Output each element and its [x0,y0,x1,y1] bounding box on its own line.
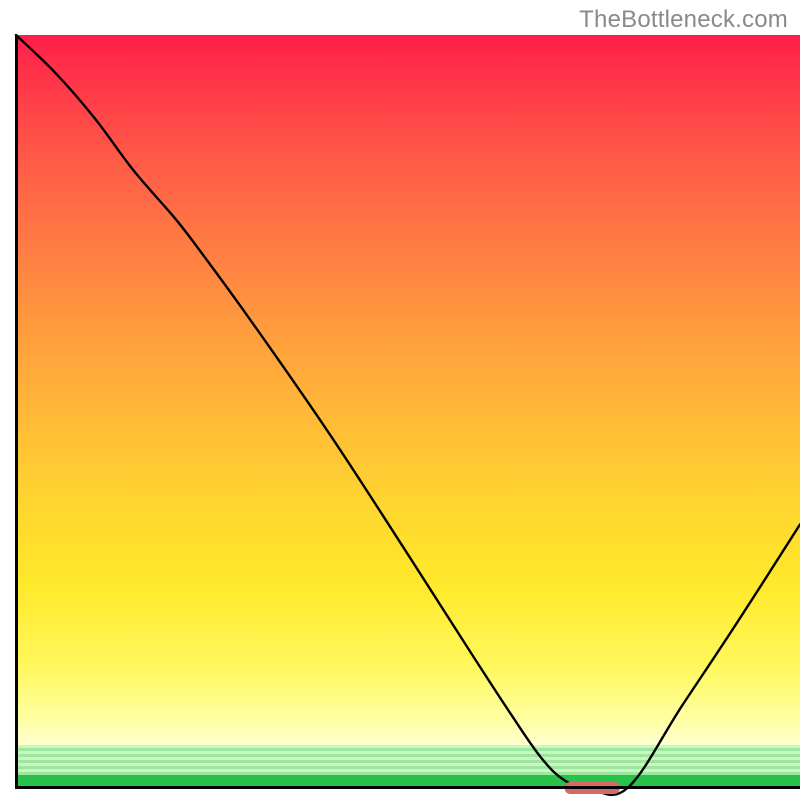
curve-svg [16,35,800,788]
x-axis [15,786,800,789]
chart-stage: TheBottleneck.com [0,0,800,800]
y-axis [15,35,18,789]
plot-area [16,35,800,788]
watermark-text: TheBottleneck.com [579,6,788,34]
bottleneck-curve [16,35,800,795]
